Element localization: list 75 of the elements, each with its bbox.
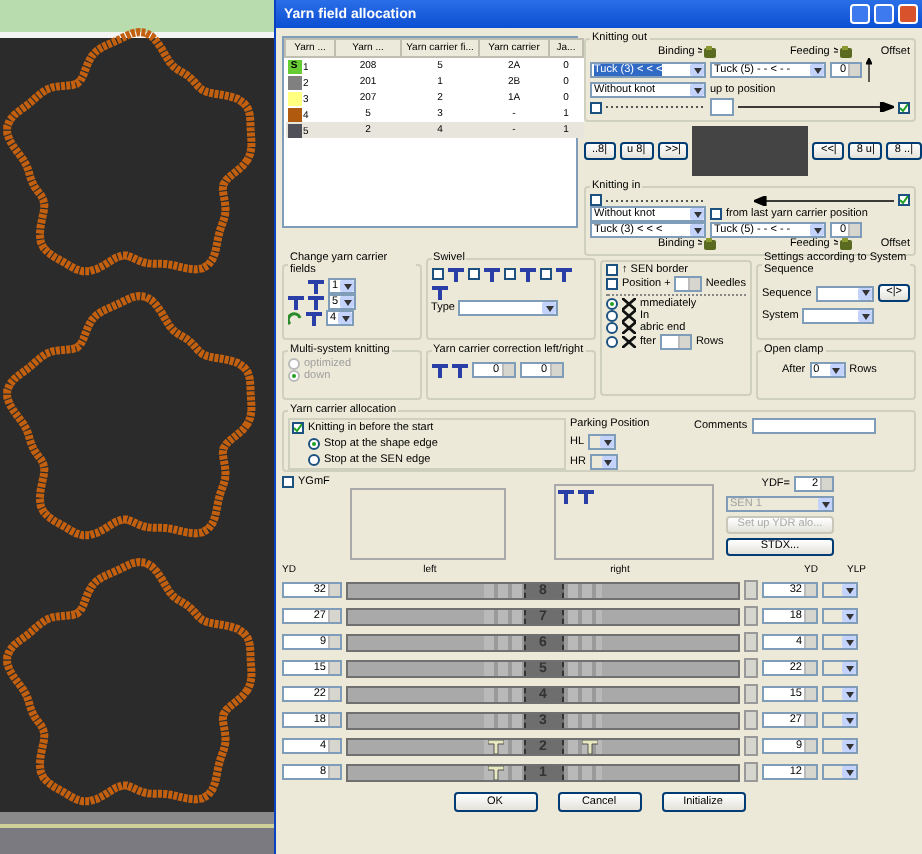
ylp-select[interactable]	[822, 764, 858, 780]
checkbox[interactable]	[898, 101, 910, 113]
dotted-line	[606, 104, 706, 110]
dropdown-arrow-icon[interactable]	[810, 224, 824, 236]
dropdown-arrow-icon[interactable]	[690, 224, 704, 236]
arrow-icon	[866, 58, 872, 82]
ylp-select[interactable]	[822, 686, 858, 702]
dropdown-arrow-icon[interactable]	[842, 714, 856, 726]
maximize-button[interactable]	[874, 4, 894, 24]
dropdown-arrow-icon[interactable]	[842, 610, 856, 622]
swivel-icon	[483, 266, 500, 282]
dropdown-arrow-icon[interactable]	[842, 740, 856, 752]
swivel-icon	[519, 266, 536, 282]
position-field[interactable]	[710, 98, 734, 116]
checkbox[interactable]	[282, 476, 294, 488]
dropdown-arrow-icon[interactable]	[690, 84, 704, 96]
checkbox[interactable]	[898, 194, 910, 206]
checkbox[interactable]	[606, 264, 618, 276]
radio-button[interactable]	[606, 336, 618, 348]
dropdown-arrow-icon[interactable]	[842, 584, 856, 596]
dropdown-arrow-icon[interactable]	[338, 312, 352, 324]
dropdown-arrow-icon[interactable]	[690, 64, 704, 76]
hr-select[interactable]	[589, 454, 618, 470]
arrow-line	[754, 195, 894, 205]
checkbox[interactable]	[539, 268, 552, 280]
motor-icon	[833, 238, 852, 250]
system-select[interactable]	[802, 308, 875, 324]
close-button[interactable]	[898, 4, 918, 24]
ylp-select[interactable]	[822, 738, 858, 754]
dropdown-arrow-icon[interactable]	[601, 456, 616, 468]
sequence-select[interactable]	[815, 285, 875, 301]
checkbox[interactable]	[590, 101, 602, 113]
rows-spinner[interactable]	[659, 334, 692, 350]
ylp-select[interactable]	[822, 634, 858, 650]
dotted-line	[606, 197, 706, 203]
motor-icon	[698, 46, 717, 58]
checkbox[interactable]	[431, 268, 444, 280]
minimize-button[interactable]	[850, 4, 870, 24]
radio-button[interactable]	[308, 454, 320, 466]
dropdown-arrow-icon[interactable]	[842, 636, 856, 648]
dropdown-arrow-icon[interactable]	[842, 662, 856, 674]
dropdown-arrow-icon[interactable]	[340, 296, 354, 308]
comments-field[interactable]	[751, 418, 876, 434]
motor-icon	[698, 238, 717, 250]
rotate-icon	[288, 311, 302, 325]
dropdown-arrow-icon[interactable]	[842, 688, 856, 700]
checkbox[interactable]	[710, 208, 722, 220]
ylp-select[interactable]	[822, 582, 858, 598]
hl-select[interactable]	[588, 434, 617, 450]
dropdown-arrow-icon[interactable]	[340, 280, 354, 292]
dropdown-arrow-icon[interactable]	[600, 436, 615, 448]
dropdown-arrow-icon[interactable]	[829, 364, 844, 376]
dropdown-arrow-icon[interactable]	[858, 310, 873, 322]
radio-button[interactable]	[308, 438, 320, 450]
checkbox[interactable]	[606, 278, 618, 290]
ylp-select[interactable]	[822, 712, 858, 728]
checkbox[interactable]	[292, 422, 304, 434]
checkbox[interactable]	[503, 268, 516, 280]
dropdown-arrow-icon[interactable]	[858, 287, 873, 299]
preview-block	[692, 126, 809, 176]
dropdown-arrow-icon[interactable]	[690, 208, 704, 220]
position-spinner[interactable]	[674, 276, 702, 292]
checkbox[interactable]	[467, 268, 480, 280]
radio-button[interactable]	[606, 310, 618, 322]
motor-icon	[833, 46, 852, 58]
ylp-select[interactable]	[822, 660, 858, 676]
radio-button[interactable]	[606, 298, 618, 310]
radio-button[interactable]	[606, 322, 618, 334]
dropdown-arrow-icon[interactable]	[842, 766, 856, 778]
dropdown-arrow-icon[interactable]	[542, 302, 557, 314]
dropdown-arrow-icon[interactable]	[810, 64, 824, 76]
swivel-icon	[555, 266, 572, 282]
checkbox[interactable]	[590, 194, 602, 206]
dropdown-arrow-icon[interactable]	[818, 498, 832, 510]
ylp-select[interactable]	[822, 608, 858, 624]
